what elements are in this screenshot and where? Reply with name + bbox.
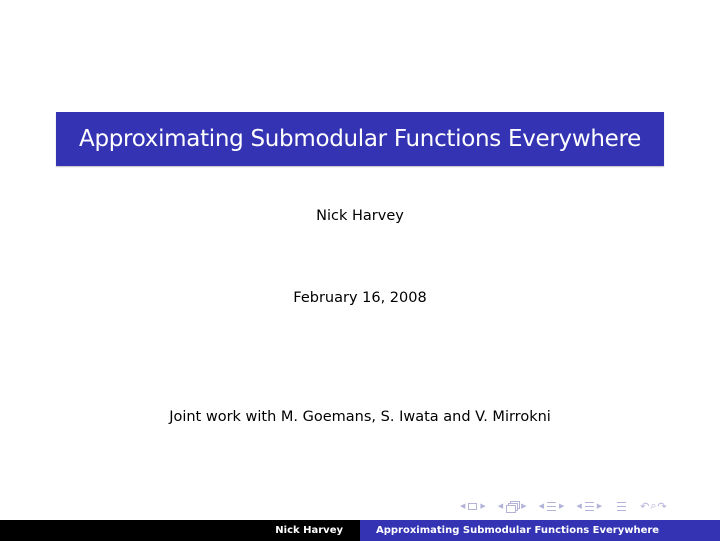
- presentation-prev-icon[interactable]: ◀: [576, 502, 581, 510]
- history-nav: ↶ ⌕ ↷: [640, 499, 667, 513]
- footer-author-panel: Nick Harvey: [0, 520, 360, 541]
- toc-nav: [617, 501, 627, 511]
- forward-icon[interactable]: ↷: [658, 500, 667, 513]
- footer-author: Nick Harvey: [275, 525, 343, 536]
- footer-title: Approximating Submodular Functions Every…: [376, 525, 660, 536]
- footer: Nick Harvey Approximating Submodular Fun…: [0, 520, 720, 541]
- frame-nav: ◀ ▶: [457, 502, 489, 510]
- navigation-bar: ◀ ▶ ◀ ▶ ◀ ▶ ◀ ▶ ↶ ⌕ ↷: [457, 498, 673, 514]
- footer-title-panel: Approximating Submodular Functions Every…: [360, 520, 720, 541]
- title-box: Approximating Submodular Functions Every…: [56, 112, 664, 166]
- presentation-icon[interactable]: [584, 501, 594, 511]
- subsection-prev-icon[interactable]: ◀: [498, 502, 503, 510]
- section-nav: ◀ ▶: [536, 501, 568, 511]
- frame-next-icon[interactable]: ▶: [480, 502, 485, 510]
- presentation-nav: ◀ ▶: [573, 501, 605, 511]
- collaborators-note: Joint work with M. Goemans, S. Iwata and…: [169, 409, 551, 425]
- back-icon[interactable]: ↶: [640, 500, 649, 513]
- date: February 16, 2008: [293, 290, 427, 306]
- frame-icon[interactable]: [468, 502, 478, 510]
- presentation-next-icon[interactable]: ▶: [597, 502, 602, 510]
- subsection-nav: ◀ ▶: [495, 501, 530, 513]
- section-prev-icon[interactable]: ◀: [539, 502, 544, 510]
- section-icon[interactable]: [546, 501, 556, 511]
- slide-title: Approximating Submodular Functions Every…: [79, 126, 641, 152]
- author: Nick Harvey: [316, 208, 404, 224]
- subsection-icon[interactable]: [506, 501, 521, 513]
- subsection-next-icon[interactable]: ▶: [521, 502, 526, 510]
- section-next-icon[interactable]: ▶: [559, 502, 564, 510]
- search-icon[interactable]: ⌕: [650, 499, 656, 513]
- toc-icon[interactable]: [617, 501, 627, 511]
- frame-prev-icon[interactable]: ◀: [460, 502, 465, 510]
